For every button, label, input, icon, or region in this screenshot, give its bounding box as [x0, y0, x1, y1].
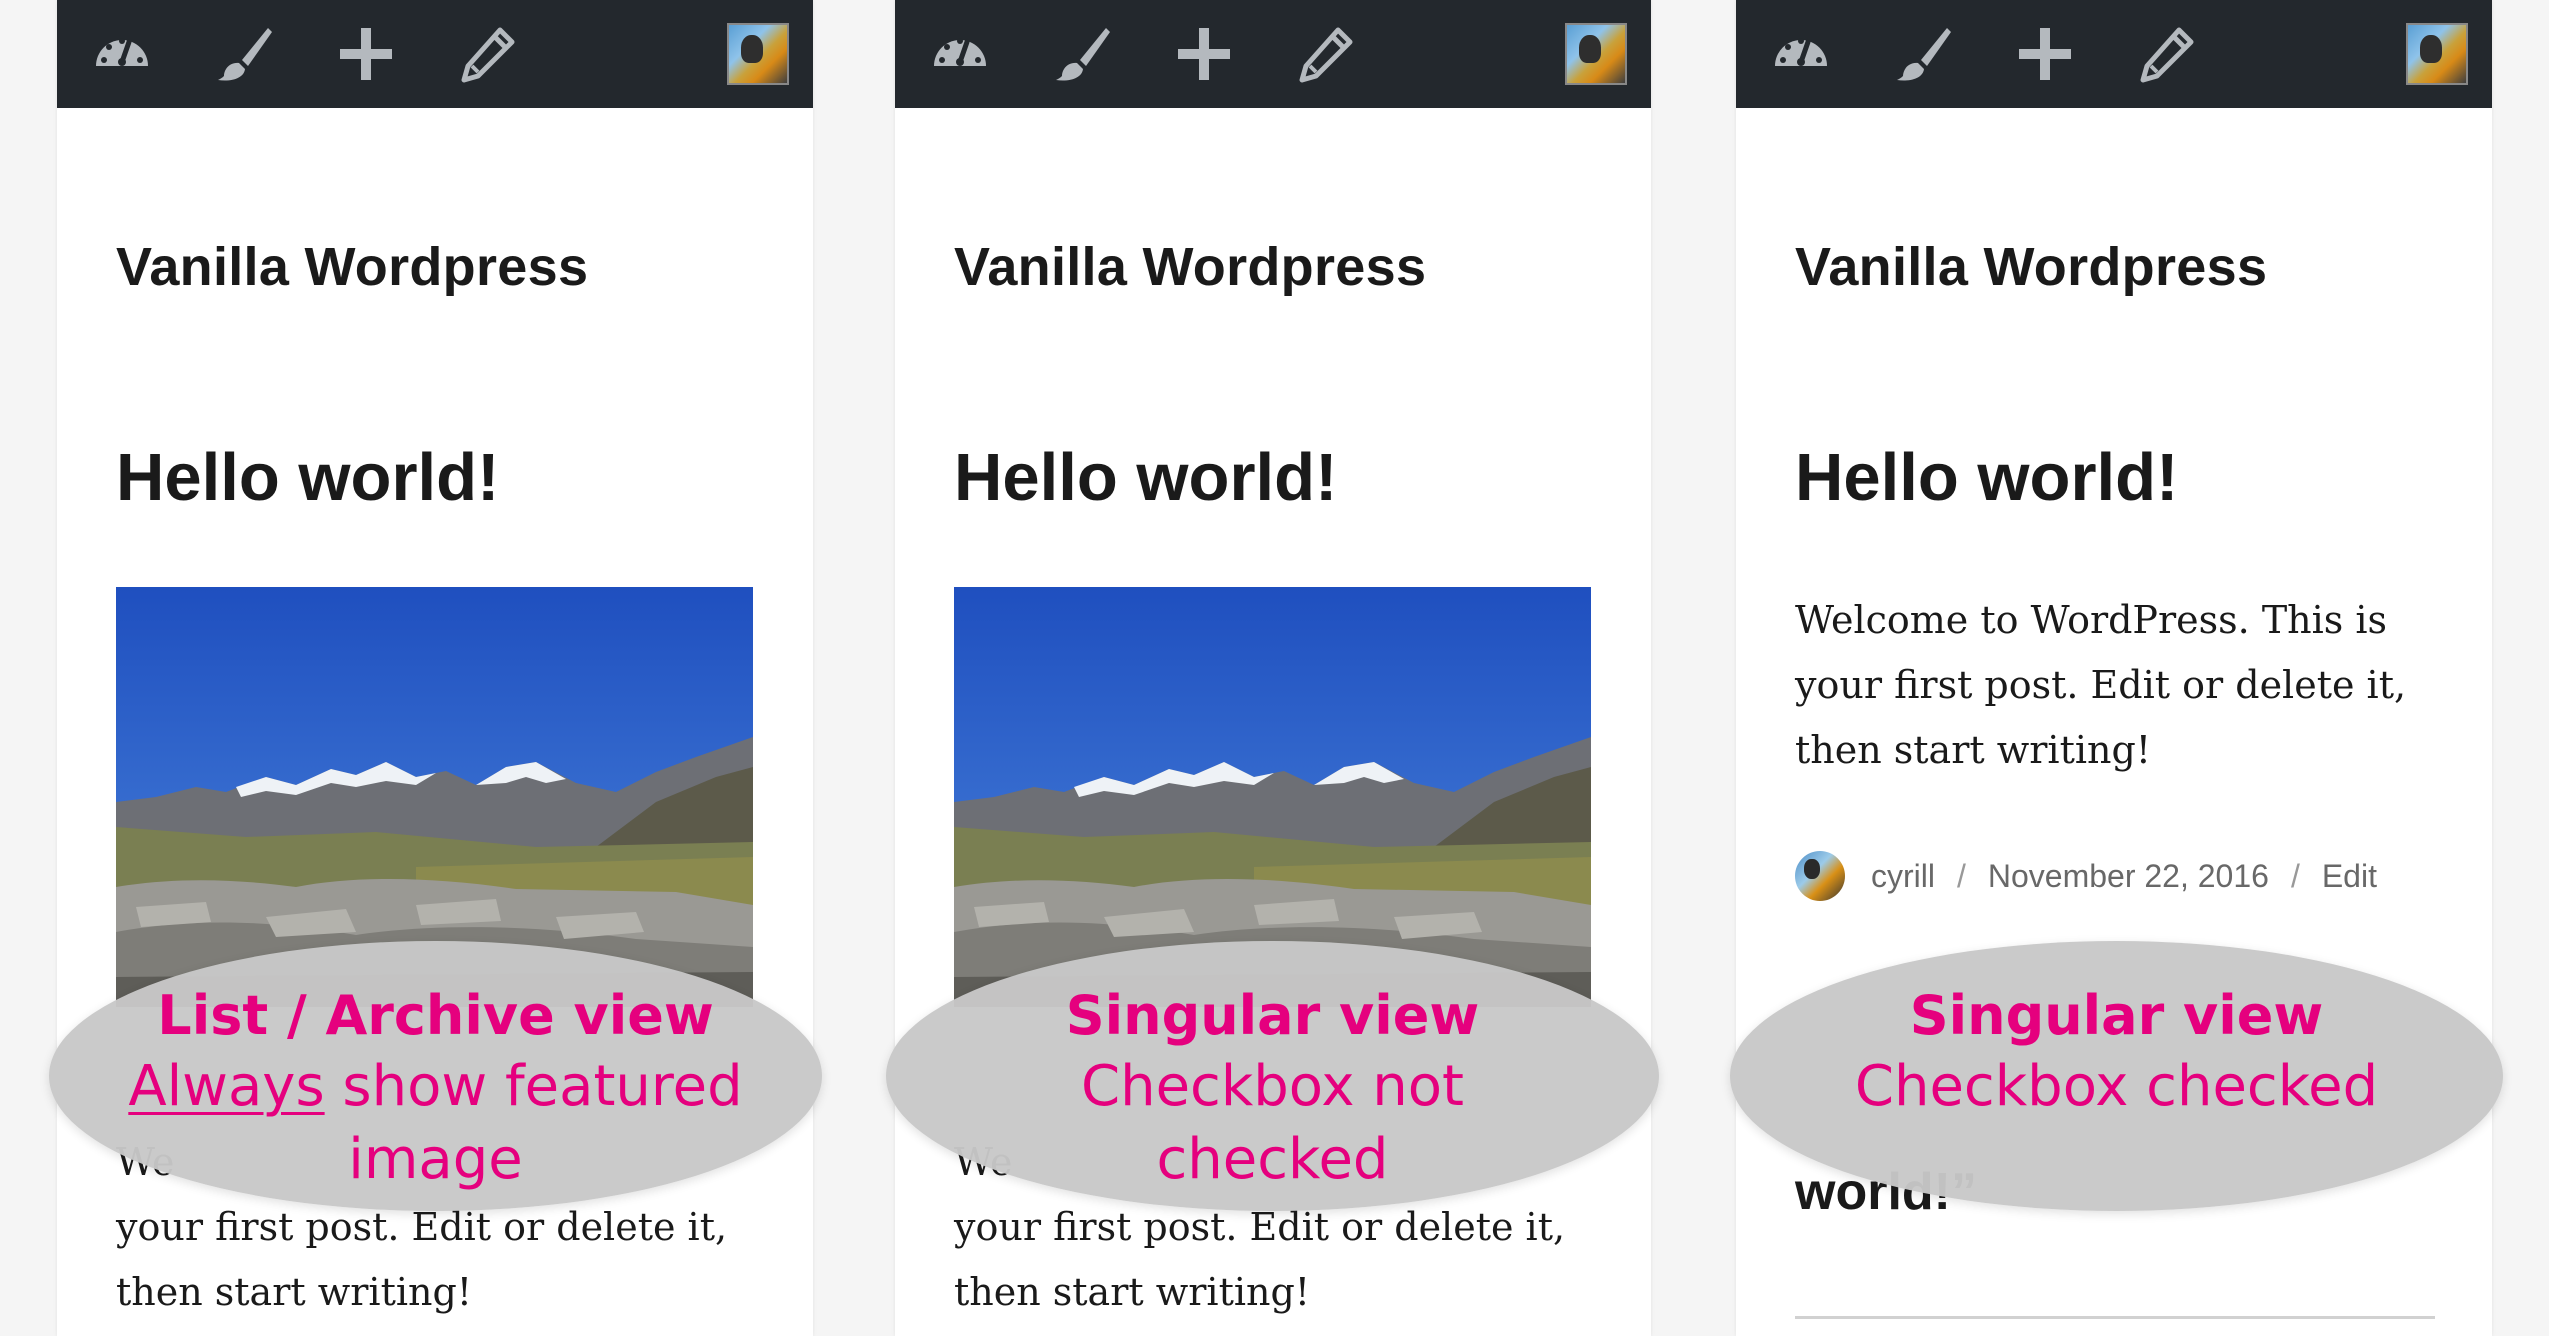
annotation-line: checked [1156, 1127, 1389, 1192]
site-title[interactable]: Vanilla Wordpress [116, 236, 588, 298]
annotation-line: Checkbox not [1080, 1054, 1464, 1119]
site-title[interactable]: Vanilla Wordpress [1795, 236, 2267, 298]
annotation-title: List / Archive view [157, 984, 714, 1047]
annotation-archive-view: List / Archive view Always show featured… [49, 941, 822, 1211]
user-avatar[interactable] [2406, 23, 2468, 85]
annotation-emphasis: Always [128, 1054, 325, 1119]
customize-brush-icon[interactable] [1891, 22, 1955, 86]
annotation-text: show featured [324, 1054, 743, 1119]
post-content-line: then start writing! [954, 1270, 1311, 1314]
edit-pencil-icon[interactable] [1294, 22, 1358, 86]
author-link[interactable]: cyrill [1871, 858, 1935, 895]
annotation-line: image [348, 1127, 523, 1192]
customize-brush-icon[interactable] [212, 22, 276, 86]
edit-pencil-icon[interactable] [456, 22, 520, 86]
annotation-singular-checked: Singular view Checkbox checked [1730, 941, 2503, 1211]
annotation-singular-unchecked: Singular view Checkbox not checked [886, 941, 1659, 1211]
annotation-title: Singular view [1909, 984, 2324, 1047]
post-excerpt-line: then start writing! [116, 1270, 473, 1314]
meta-separator: / [1956, 857, 1966, 894]
post-title[interactable]: Hello world! [1795, 439, 2178, 516]
divider [1795, 1316, 2435, 1319]
edit-pencil-icon[interactable] [2135, 22, 2199, 86]
dashboard-icon[interactable] [928, 22, 992, 86]
post-content-line: your first post. Edit or delete it, [1795, 663, 2407, 707]
author-avatar[interactable] [1795, 851, 1845, 901]
annotation-title: Singular view [1065, 984, 1480, 1047]
annotation-line: Checkbox checked [1854, 1054, 2379, 1119]
user-avatar[interactable] [1565, 23, 1627, 85]
post-title[interactable]: Hello world! [116, 439, 499, 516]
annotation-line: Always show featured [49, 1050, 822, 1123]
plus-icon[interactable] [1172, 22, 1236, 86]
site-title[interactable]: Vanilla Wordpress [954, 236, 1426, 298]
meta-separator: / [2290, 857, 2300, 894]
post-meta: cyrill / November 22, 2016 / Edit [1795, 850, 2377, 902]
post-date-link[interactable]: November 22, 2016 [1988, 858, 2269, 895]
dashboard-icon[interactable] [1769, 22, 1833, 86]
edit-link[interactable]: Edit [2322, 858, 2377, 895]
post-content-line: then start writing! [1795, 728, 2152, 772]
post-content-line: Welcome to WordPress. This is [1795, 598, 2388, 642]
plus-icon[interactable] [2013, 22, 2077, 86]
admin-bar [1736, 0, 2492, 108]
user-avatar[interactable] [727, 23, 789, 85]
customize-brush-icon[interactable] [1050, 22, 1114, 86]
post-title[interactable]: Hello world! [954, 439, 1337, 516]
admin-bar [57, 0, 813, 108]
plus-icon[interactable] [334, 22, 398, 86]
admin-bar [895, 0, 1651, 108]
dashboard-icon[interactable] [90, 22, 154, 86]
